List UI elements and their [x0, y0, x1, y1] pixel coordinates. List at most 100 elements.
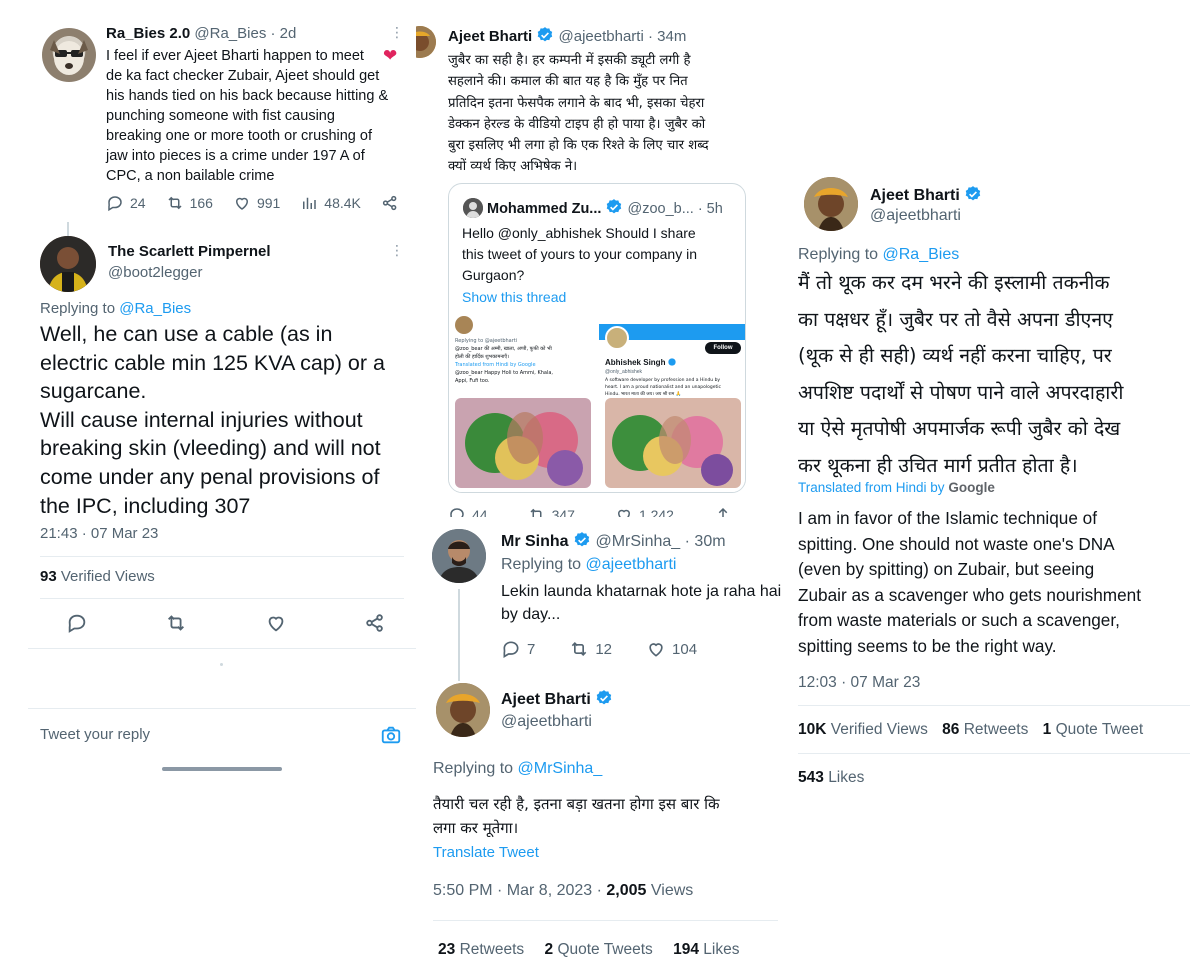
quoted-text: Hello @only_abhishek Should I share this… — [462, 223, 697, 286]
translation-text: I am in favor of the Islamic technique o… — [798, 506, 1141, 660]
tweet-text-line: breaking one or more tooth or crushing o… — [106, 128, 372, 144]
reply-input[interactable]: Tweet your reply — [40, 726, 150, 743]
translation-line: spitting. One should not waste one's DNA — [798, 533, 1115, 554]
profile-handle: @only_abhishek — [605, 369, 643, 375]
show-thread-link[interactable]: Show this thread — [462, 289, 566, 305]
tweet-timestamp[interactable]: 12:03 · 07 Mar 23 — [798, 674, 920, 692]
display-name[interactable]: Ajeet Bharti — [870, 187, 960, 204]
camera-icon[interactable] — [380, 724, 402, 746]
timestamp[interactable]: · 30m — [685, 533, 726, 550]
retweet-icon — [572, 641, 587, 657]
quoted-tweet[interactable]: Mohammed Zu... @zoo_b... · 5h Hello @onl… — [448, 183, 746, 493]
heart-icon[interactable] — [265, 612, 287, 634]
tweet-meta: 5:50 PM · Mar 8, 2023 · 2,005 Views — [433, 882, 693, 900]
share-button[interactable] — [714, 506, 732, 517]
quotes-stat[interactable]: 2 Quote Tweets — [545, 941, 653, 958]
replying-to-label: Replying to — [40, 300, 116, 317]
retweet-button[interactable]: 166 — [166, 194, 213, 212]
avatar[interactable] — [436, 683, 490, 737]
more-options-icon[interactable]: ⋮ — [390, 24, 405, 41]
reply-button[interactable]: 44 — [448, 506, 488, 517]
retweet-button[interactable]: 347 — [528, 506, 575, 517]
handle[interactable]: @ajeetbharti — [559, 28, 644, 45]
like-count: 104 — [672, 640, 698, 658]
tweet-text-line: his hands tied on his back because hitti… — [106, 88, 389, 104]
retweet-count: 347 — [551, 507, 575, 517]
google-brand: Google — [948, 480, 995, 495]
retweets-stat[interactable]: 23 Retweets — [438, 941, 524, 958]
handle[interactable]: @MrSinha_ — [595, 533, 680, 550]
replying-to-handle[interactable]: @ajeetbharti — [586, 556, 677, 573]
verified-badge-icon — [605, 198, 623, 216]
share-button[interactable] — [381, 194, 399, 212]
tweet-text-line: बुरा इसलिए भी लगा हो कि एक रिश्ते के लिए… — [448, 138, 709, 154]
reply-composer[interactable]: Tweet your reply — [28, 712, 416, 758]
quoted-text-line: Gurgaon? — [462, 267, 525, 283]
views-button[interactable]: 48.4K — [300, 194, 361, 212]
retweets-label: Retweets — [459, 941, 525, 958]
follow-button: Follow — [705, 342, 741, 354]
more-options-icon[interactable]: ⋮ — [390, 242, 405, 259]
translation-line: spitting seems to be the right way. — [798, 635, 1057, 656]
retweet-count: 12 — [595, 640, 613, 658]
tweet-timestamp[interactable]: 21:43 · 07 Mar 23 — [40, 525, 158, 542]
quoted-image-right[interactable]: Follow Abhishek Singh @only_abhishek A s… — [599, 322, 745, 492]
views-count: 10K — [798, 721, 827, 738]
verified-badge-icon — [668, 358, 676, 366]
loading-dot — [220, 663, 223, 666]
retweets-stat[interactable]: 86 Retweets — [942, 721, 1028, 738]
likes-stat[interactable]: 543 Likes — [798, 769, 864, 787]
retweet-button[interactable]: 12 — [569, 639, 612, 659]
like-button[interactable]: 991 — [233, 194, 280, 212]
reply-icon[interactable] — [66, 612, 88, 634]
timestamp[interactable]: · 2d — [271, 25, 297, 42]
handle[interactable]: @ajeetbharti — [501, 713, 613, 731]
tweet-text: Well, he can use a cable (as in electric… — [40, 320, 412, 520]
reply-button[interactable]: 24 — [106, 194, 146, 212]
avatar[interactable] — [804, 177, 858, 231]
reply-button[interactable]: 7 — [501, 639, 535, 659]
handle[interactable]: @ajeetbharti — [870, 207, 982, 225]
avatar[interactable] — [432, 529, 486, 583]
tweet-text-line: क्यों व्यर्थ किए अभिषेक ने। — [448, 159, 578, 175]
translated-by[interactable]: Translated from Hindi by Google — [798, 480, 995, 495]
views-stat[interactable]: 93 Verified Views — [40, 568, 155, 585]
translated-label: Translated from Hindi by — [798, 480, 945, 495]
heart-icon — [649, 643, 663, 657]
reply-icon — [108, 196, 122, 212]
replying-to-handle[interactable]: @MrSinha_ — [518, 760, 603, 777]
avatar[interactable] — [416, 26, 436, 58]
handle[interactable]: @Ra_Bies — [194, 25, 266, 42]
replying-to-handle[interactable]: @Ra_Bies — [119, 300, 191, 317]
avatar[interactable] — [40, 236, 96, 292]
avatar[interactable] — [42, 28, 96, 82]
display-name[interactable]: The Scarlett Pimpernel — [108, 243, 271, 260]
display-name[interactable]: Mr Sinha — [501, 533, 569, 550]
likes-stat[interactable]: 194 Likes — [673, 941, 739, 958]
like-button[interactable]: 104 — [646, 639, 697, 659]
quotes-stat[interactable]: 1 Quote Tweet — [1043, 721, 1144, 738]
heart-icon — [235, 197, 248, 210]
replying-to-handle[interactable]: @Ra_Bies — [883, 246, 960, 263]
tweet-text-line: the IPC, including 307 — [40, 493, 251, 518]
share-icon[interactable] — [364, 612, 386, 634]
display-name[interactable]: Ajeet Bharti — [501, 691, 591, 708]
tweet-text: I feel if ever Ajeet Bharti happen to me… — [106, 46, 412, 186]
translate-tweet-link[interactable]: Translate Tweet — [433, 844, 539, 861]
retweets-count: 23 — [438, 941, 456, 958]
tweet-timestamp[interactable]: 5:50 PM · Mar 8, 2023 · — [433, 882, 606, 899]
verified-badge-icon — [964, 185, 982, 203]
quoted-image-left[interactable]: Replying to @ajeetbharti @zoo_bear की अम… — [449, 316, 597, 492]
timestamp[interactable]: · 34m — [648, 28, 686, 45]
tweet-text-line: breaking skin (vleeding) and will not — [40, 436, 381, 461]
timestamp: · 5h — [697, 201, 723, 217]
tweet-actions — [66, 612, 386, 634]
verified-badge-icon — [536, 26, 554, 44]
views-stat[interactable]: 10K Verified Views — [798, 721, 928, 738]
display-name[interactable]: Ra_Bies 2.0 — [106, 25, 190, 42]
like-button[interactable]: 1,242 — [615, 506, 674, 517]
retweet-icon[interactable] — [165, 612, 187, 634]
display-name: Mohammed Zu... — [487, 201, 602, 217]
display-name[interactable]: Ajeet Bharti — [448, 28, 532, 45]
handle[interactable]: @boot2legger — [108, 264, 271, 281]
